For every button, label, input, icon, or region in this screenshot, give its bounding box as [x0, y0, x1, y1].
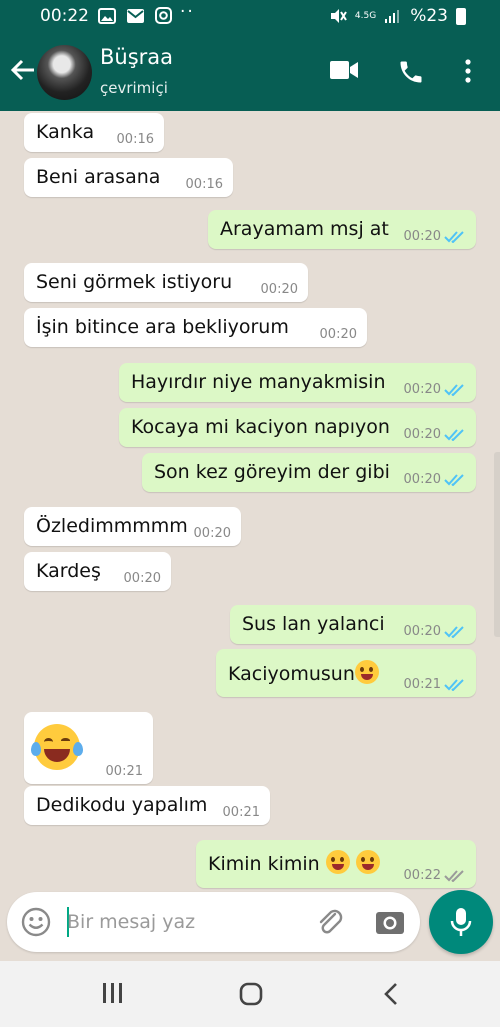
message-incoming[interactable]: İşin bitince ara bekliyorum 00:20: [24, 308, 367, 347]
message-text: Kimin kimin: [208, 853, 320, 875]
message-time: 00:20: [403, 624, 441, 639]
battery-percent: %23: [410, 6, 448, 26]
message-time: 00:20: [403, 472, 441, 487]
more-options-icon[interactable]: [464, 58, 472, 84]
message-text: Kardeş: [36, 560, 101, 582]
read-receipt-icon: [444, 626, 464, 638]
delivered-receipt-icon: [444, 870, 464, 882]
message-text: Kocaya mi kaciyon napıyon: [131, 416, 390, 438]
camera-icon[interactable]: [375, 908, 405, 936]
message-outgoing[interactable]: Kocaya mi kaciyon napıyon 00:20: [119, 408, 476, 447]
emoji-icon[interactable]: [21, 907, 51, 937]
message-incoming[interactable]: 00:21: [24, 712, 153, 784]
back-nav-icon[interactable]: [382, 981, 400, 1007]
more-notifications-icon: ··: [180, 2, 195, 22]
message-outgoing[interactable]: Sus lan yalanci 00:20: [230, 605, 476, 644]
home-icon[interactable]: [238, 981, 264, 1007]
microphone-icon: [450, 908, 472, 936]
joy-emoji-icon: [31, 724, 83, 770]
message-text: Kaciyomusun: [228, 663, 355, 685]
message-outgoing[interactable]: Arayamam msj at 00:20: [208, 210, 476, 249]
message-text: Son kez göreyim der gibi: [154, 461, 390, 483]
message-time: 00:16: [185, 177, 223, 192]
message-list[interactable]: Kanka 00:16 Beni arasana 00:16 Arayamam …: [0, 111, 500, 891]
message-time: 00:20: [403, 427, 441, 442]
chat-header: Büşraa çevrimiçi: [0, 33, 500, 111]
status-time: 00:22: [40, 6, 89, 26]
message-time: 00:21: [403, 677, 441, 692]
message-time: 00:20: [123, 571, 161, 586]
message-text: Dedikodu yapalım: [36, 794, 208, 816]
notification-icons: [98, 7, 172, 24]
system-status: 4.5G %23: [329, 6, 466, 26]
read-receipt-icon: [444, 231, 464, 243]
message-text: Arayamam msj at: [220, 218, 389, 240]
recent-apps-icon[interactable]: [100, 981, 124, 1005]
message-text: Beni arasana: [36, 166, 161, 188]
message-time: 00:20: [403, 229, 441, 244]
network-type: 4.5G: [354, 10, 377, 21]
message-time: 00:16: [116, 132, 154, 147]
message-text: Sus lan yalanci: [242, 613, 385, 635]
message-incoming[interactable]: Dedikodu yapalım 00:21: [24, 786, 270, 825]
message-time: 00:21: [222, 805, 260, 820]
instagram-icon: [155, 7, 172, 24]
message-incoming[interactable]: Beni arasana 00:16: [24, 158, 233, 197]
status-bar: 00:22 ·· 4.5G %23: [0, 0, 500, 33]
message-text: İşin bitince ara bekliyorum: [36, 316, 289, 338]
message-text: Seni görmek istiyoru: [36, 271, 233, 293]
contact-name[interactable]: Büşraa: [100, 45, 173, 69]
back-arrow-icon[interactable]: [10, 57, 36, 83]
message-composer[interactable]: Bir mesaj yaz: [7, 892, 420, 952]
message-outgoing[interactable]: Kimin kimin 00:22: [196, 840, 476, 888]
winking-tongue-emoji-icon: [325, 850, 350, 874]
scroll-handle[interactable]: [494, 452, 500, 637]
signal-icon: [385, 10, 400, 23]
message-time: 00:22: [403, 868, 441, 883]
message-outgoing[interactable]: Hayırdır niye manyakmisin 00:20: [119, 363, 476, 402]
voice-call-icon[interactable]: [397, 58, 425, 86]
message-time: 00:20: [193, 526, 231, 541]
system-nav-bar: [0, 961, 500, 1027]
contact-status: çevrimiçi: [100, 79, 168, 97]
video-call-icon[interactable]: [329, 58, 359, 82]
image-icon: [98, 7, 116, 24]
message-time: 00:20: [403, 382, 441, 397]
message-text: Özledimmmmm: [36, 515, 188, 537]
message-outgoing[interactable]: Son kez göreyim der gibi 00:20: [142, 453, 476, 492]
read-receipt-icon: [444, 474, 464, 486]
message-time: 00:21: [105, 764, 143, 779]
mute-icon: [330, 9, 347, 23]
message-input[interactable]: Bir mesaj yaz: [67, 911, 195, 933]
message-outgoing[interactable]: Kaciyomusun 00:21: [216, 649, 476, 697]
mail-icon: [127, 8, 144, 23]
avatar[interactable]: [37, 45, 92, 100]
message-incoming[interactable]: Seni görmek istiyoru 00:20: [24, 263, 308, 302]
message-incoming[interactable]: Özledimmmmm 00:20: [24, 507, 241, 546]
winking-tongue-emoji-icon: [355, 850, 380, 874]
message-time: 00:20: [319, 327, 357, 342]
message-text: Kanka: [36, 121, 95, 143]
message-incoming[interactable]: Kardeş 00:20: [24, 552, 171, 591]
message-incoming[interactable]: Kanka 00:16: [24, 113, 164, 152]
voice-message-button[interactable]: [429, 890, 493, 954]
rolling-laughing-emoji-icon: [354, 660, 379, 684]
message-time: 00:20: [260, 282, 298, 297]
read-receipt-icon: [444, 679, 464, 691]
message-text: Hayırdır niye manyakmisin: [131, 371, 386, 393]
attach-icon[interactable]: [315, 907, 345, 937]
read-receipt-icon: [444, 429, 464, 441]
read-receipt-icon: [444, 384, 464, 396]
battery-icon: [456, 7, 466, 25]
